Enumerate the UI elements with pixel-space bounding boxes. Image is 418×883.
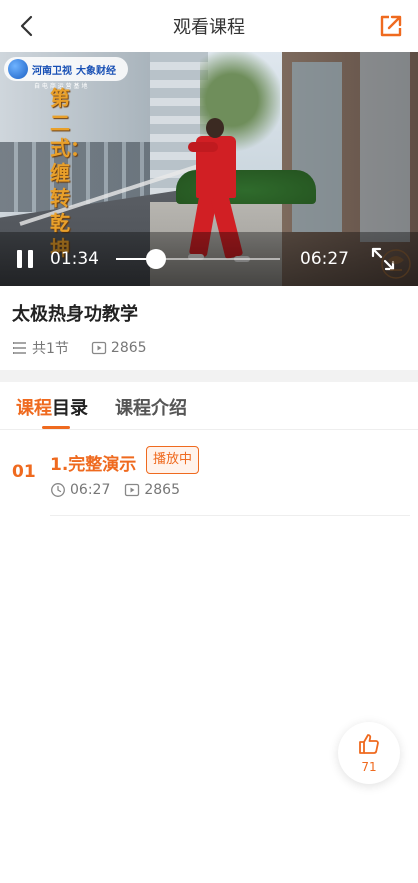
list-item[interactable]: 01 1.完整演示 播放中 06:27 2865 bbox=[0, 436, 418, 516]
like-count: 71 bbox=[361, 760, 377, 774]
lesson-views: 2865 bbox=[144, 482, 180, 498]
channel-globe-icon bbox=[8, 59, 28, 79]
like-button[interactable]: 71 bbox=[338, 722, 400, 784]
course-meta: 共1节 2865 bbox=[12, 338, 147, 358]
clock-icon bbox=[51, 483, 65, 497]
play-count-icon bbox=[125, 483, 140, 497]
section-divider bbox=[0, 370, 418, 382]
share-external-icon bbox=[380, 15, 402, 37]
course-title: 太极热身功教学 bbox=[12, 304, 138, 325]
page-title: 观看课程 bbox=[173, 17, 245, 38]
progress-thumb[interactable] bbox=[145, 249, 166, 269]
list-icon bbox=[13, 342, 26, 354]
progress-bar[interactable] bbox=[116, 249, 280, 269]
tab-catalog[interactable]: 课程目录 bbox=[16, 394, 88, 420]
channel-brand: 大象财经 bbox=[76, 65, 116, 77]
lesson-meta: 06:27 2865 bbox=[50, 482, 180, 498]
tab-bar: 课程目录 课程介绍 bbox=[0, 382, 418, 430]
video-player[interactable]: 河南卫视 大象财经 自 电 商 运 营 基 地 第二式：缠转乾坤 01:34 0… bbox=[0, 52, 418, 286]
share-button[interactable] bbox=[378, 13, 404, 39]
watermark-seal-icon bbox=[381, 249, 411, 279]
tab-catalog-highlight: 课程 bbox=[16, 398, 52, 419]
pause-button[interactable] bbox=[14, 248, 36, 270]
lesson-duration: 06:27 bbox=[70, 482, 111, 498]
current-time: 01:34 bbox=[50, 249, 99, 269]
lesson-number: 01 bbox=[12, 462, 36, 482]
channel-logo: 河南卫视 大象财经 bbox=[4, 57, 128, 81]
channel-name: 河南卫视 bbox=[32, 65, 72, 77]
status-badge: 播放中 bbox=[146, 446, 200, 474]
tab-intro[interactable]: 课程介绍 bbox=[115, 394, 187, 420]
top-nav-bar: 观看课程 bbox=[0, 0, 418, 52]
lesson-title: 1.完整演示 bbox=[50, 455, 137, 475]
tab-catalog-rest: 目录 bbox=[52, 398, 88, 419]
video-watermark-logo bbox=[380, 248, 412, 280]
active-tab-indicator bbox=[42, 426, 70, 429]
total-time: 06:27 bbox=[300, 249, 349, 269]
video-controls: 01:34 06:27 bbox=[0, 232, 418, 286]
view-count: 2865 bbox=[110, 340, 147, 356]
play-count-icon bbox=[91, 341, 107, 355]
list-divider bbox=[50, 515, 410, 516]
thumbs-up-icon bbox=[359, 734, 379, 754]
lesson-count: 共1节 bbox=[32, 341, 69, 357]
